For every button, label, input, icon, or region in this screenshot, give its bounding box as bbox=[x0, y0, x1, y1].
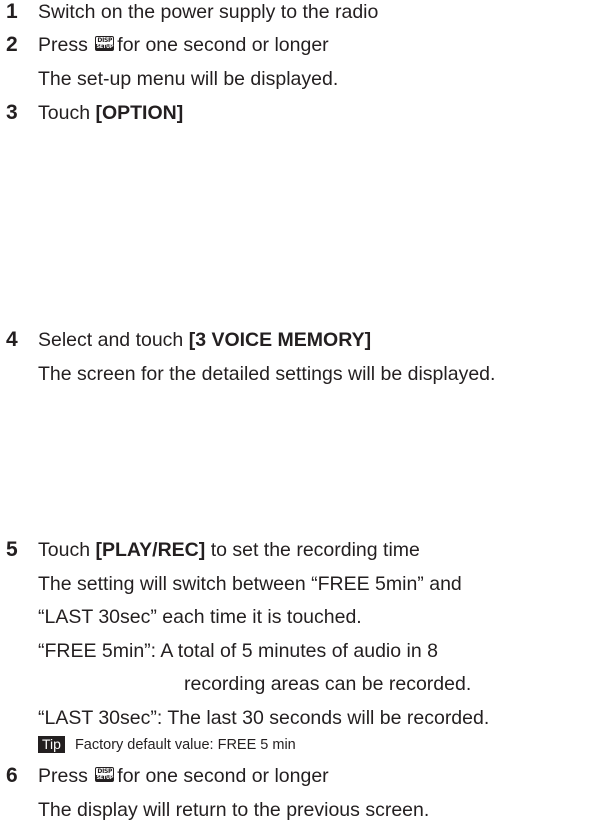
step-number: 2 bbox=[6, 33, 18, 56]
step-5-note-2: “LAST 30sec” each time it is touched. bbox=[38, 606, 362, 628]
step-number: 3 bbox=[6, 101, 18, 124]
step-4-note: The screen for the detailed settings wil… bbox=[38, 363, 496, 385]
tip-row: Tip Factory default value: FREE 5 min bbox=[38, 735, 296, 755]
step-text: Touch bbox=[38, 102, 91, 124]
step-3: 3 Touch [OPTION] bbox=[6, 101, 183, 125]
tip-text: Factory default value: FREE 5 min bbox=[74, 737, 296, 753]
step-5-note-1: The setting will switch between “FREE 5m… bbox=[38, 573, 462, 595]
option-keyword: [OPTION] bbox=[95, 102, 184, 124]
step-6: 6 Press DISP SETUP for one second or longer bbox=[6, 764, 329, 788]
tip-badge: Tip bbox=[38, 736, 65, 753]
step-text: Touch bbox=[38, 539, 91, 561]
step-text: Switch on the power supply to the radio bbox=[38, 1, 379, 23]
step-text: Select and touch bbox=[38, 329, 184, 351]
play-rec-keyword: [PLAY/REC] bbox=[95, 539, 206, 561]
voice-memory-keyword: [3 VOICE MEMORY] bbox=[188, 329, 372, 351]
step-text: for one second or longer bbox=[117, 34, 329, 56]
step-text: to set the recording time bbox=[210, 539, 420, 561]
step-4: 4 Select and touch [3 VOICE MEMORY] bbox=[6, 328, 371, 352]
step-text: Press bbox=[38, 765, 88, 787]
step-text: for one second or longer bbox=[117, 765, 329, 787]
step-6-note: The display will return to the previous … bbox=[38, 799, 430, 821]
step-2-note: The set-up menu will be displayed. bbox=[38, 68, 339, 90]
disp-setup-key-icon: DISP SETUP bbox=[95, 36, 115, 52]
step-5: 5 Touch [PLAY/REC] to set the recording t… bbox=[6, 538, 420, 562]
disp-setup-key-icon: DISP SETUP bbox=[95, 767, 115, 783]
step-5-note-5: “LAST 30sec”: The last 30 seconds will b… bbox=[38, 707, 490, 729]
step-2: 2 Press DISP SETUP for one second or longer bbox=[6, 33, 329, 57]
step-number: 4 bbox=[6, 328, 18, 351]
step-number: 1 bbox=[6, 0, 18, 23]
step-number: 6 bbox=[6, 764, 18, 787]
step-text: Press bbox=[38, 34, 88, 56]
step-5-note-3: “FREE 5min”: A total of 5 minutes of aud… bbox=[38, 640, 438, 662]
step-number: 5 bbox=[6, 538, 18, 561]
step-1: 1 Switch on the power supply to the radio bbox=[6, 0, 378, 24]
step-5-note-4: recording areas can be recorded. bbox=[184, 673, 472, 695]
